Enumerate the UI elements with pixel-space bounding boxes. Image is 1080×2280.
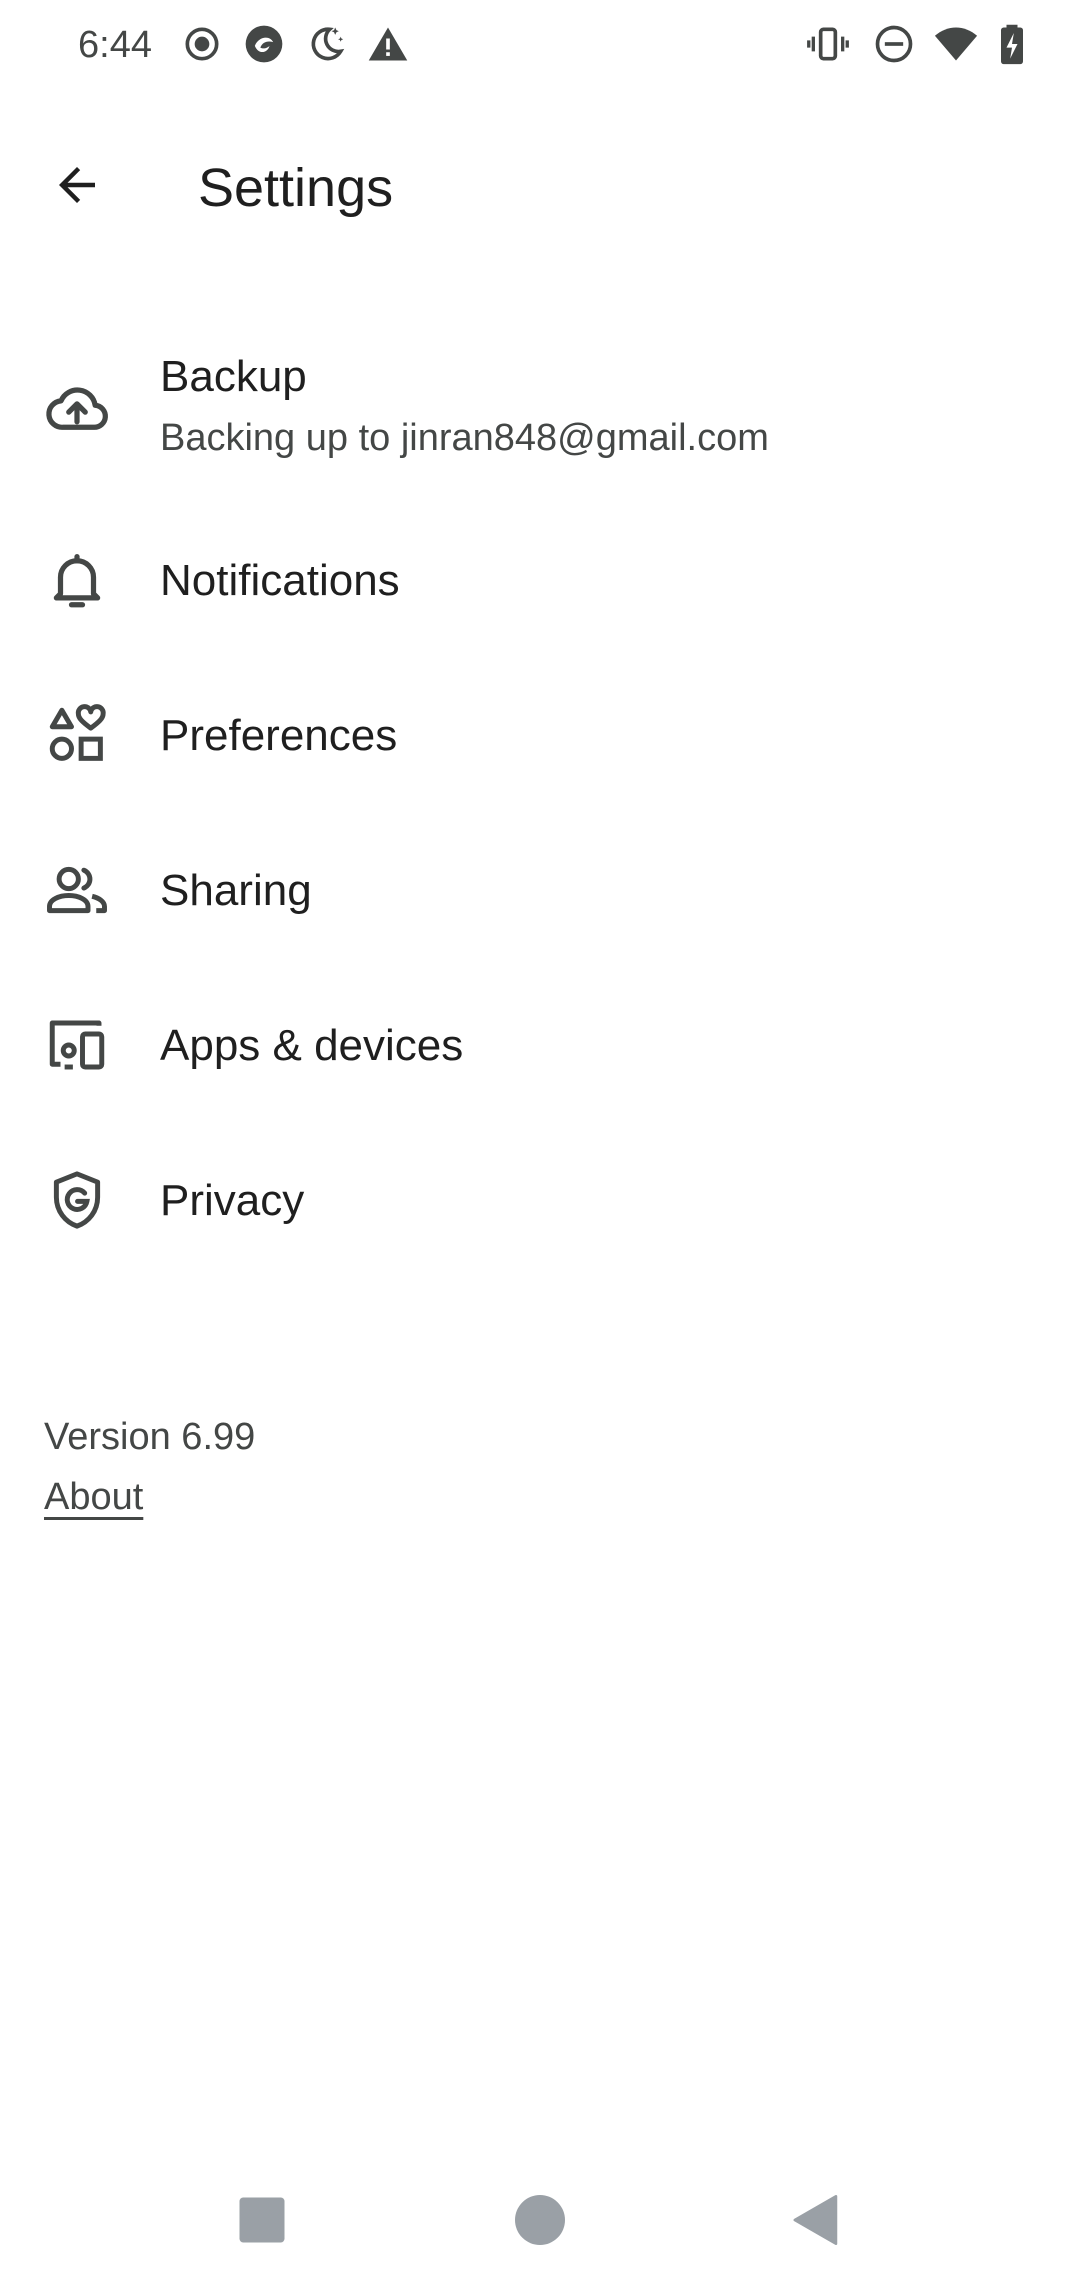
do-not-disturb-icon (872, 22, 916, 66)
footer: Version 6.99 About (44, 1410, 255, 1524)
cloud-upload-icon (44, 375, 110, 441)
record-icon (180, 22, 224, 66)
night-mode-icon (304, 22, 348, 66)
status-time: 6:44 (78, 24, 152, 66)
recents-square-icon[interactable] (232, 2190, 292, 2250)
bell-icon (44, 547, 110, 613)
settings-list: Backup Backing up to jinran848@gmail.com… (0, 335, 1080, 1290)
status-bar: 6:44 (0, 0, 1080, 90)
settings-item-title: Preferences (160, 711, 398, 760)
settings-item-title: Privacy (160, 1176, 305, 1225)
arrow-back-icon (50, 158, 104, 217)
navigation-bar (0, 2160, 1080, 2280)
settings-item-title: Sharing (160, 866, 312, 915)
app-badge-icon (242, 22, 286, 66)
settings-item-preferences[interactable]: Preferences (0, 670, 1080, 825)
page-title: Settings (198, 158, 394, 218)
back-button[interactable] (34, 144, 120, 230)
settings-item-title: Notifications (160, 556, 400, 605)
version-text: Version 6.99 (44, 1416, 256, 1458)
battery-charging-icon (990, 22, 1034, 66)
wifi-icon (934, 22, 978, 66)
settings-item-title: Backup (160, 352, 307, 401)
app-bar: Settings (0, 120, 1080, 224)
shield-g-icon (44, 1167, 110, 1233)
home-circle-icon[interactable] (510, 2190, 570, 2250)
devices-icon (44, 1012, 110, 1078)
settings-item-backup[interactable]: Backup Backing up to jinran848@gmail.com (0, 335, 1080, 515)
settings-item-subtitle: Backing up to jinran848@gmail.com (160, 417, 769, 459)
settings-item-sharing[interactable]: Sharing (0, 825, 1080, 980)
about-link[interactable]: About (44, 1470, 143, 1524)
back-triangle-icon[interactable] (786, 2190, 846, 2250)
settings-item-notifications[interactable]: Notifications (0, 515, 1080, 670)
people-icon (44, 857, 110, 923)
alert-icon (366, 22, 410, 66)
settings-item-title: Apps & devices (160, 1021, 464, 1070)
settings-item-privacy[interactable]: Privacy (0, 1135, 1080, 1290)
settings-item-apps-devices[interactable]: Apps & devices (0, 980, 1080, 1135)
shapes-icon (44, 702, 110, 768)
vibrate-icon (806, 22, 850, 66)
